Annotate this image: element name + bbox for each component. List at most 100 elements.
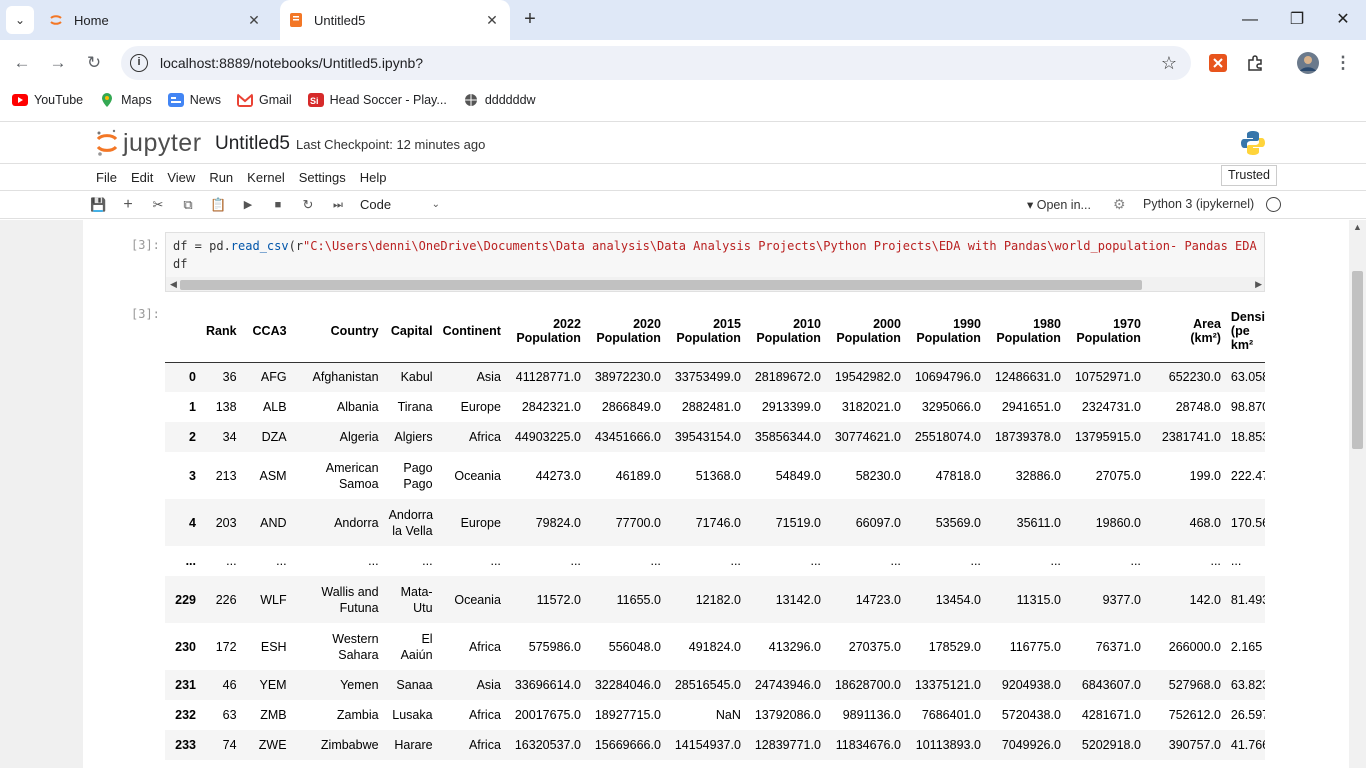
table-cell: ZWE — [258, 738, 287, 752]
menu-file[interactable]: File — [89, 170, 124, 185]
kernel-name[interactable]: Python 3 (ipykernel) — [1143, 197, 1254, 211]
input-prompt: [3]: — [131, 238, 160, 252]
trusted-indicator[interactable]: Trusted — [1221, 165, 1277, 186]
table-row: 231 46 YEM Yemen Sanaa Asia 33696614.0 32284046… — [165, 670, 1265, 700]
address-bar[interactable]: i localhost:8889/notebooks/Untitled5.ipy… — [121, 46, 1191, 80]
tab-home[interactable]: Home ✕ — [40, 0, 272, 40]
menu-view[interactable]: View — [160, 170, 202, 185]
page-vertical-scrollbar[interactable]: ▲ — [1349, 220, 1366, 768]
close-tab-icon[interactable]: ✕ — [244, 12, 264, 29]
stop-icon[interactable]: ■ — [270, 197, 286, 213]
table-cell: 74 — [222, 738, 237, 752]
column-header: Densit(pekm² — [1225, 300, 1265, 363]
fast-forward-icon[interactable]: ⏭ — [330, 197, 346, 213]
bookmark-news[interactable]: News — [167, 93, 221, 107]
scrollbar-thumb[interactable] — [180, 280, 1142, 290]
table-cell: 2324731.0 — [1081, 400, 1141, 414]
extension-orange-icon[interactable] — [1209, 54, 1227, 72]
table-cell: 44273.0 — [535, 468, 581, 483]
table-cell: 18.853 — [1230, 430, 1265, 444]
bookmark-head-soccer[interactable]: Si Head Soccer - Play... — [307, 93, 447, 107]
code-line-2: df — [173, 257, 188, 271]
close-window-icon[interactable]: ✕ — [1331, 8, 1355, 32]
scrollbar-thumb[interactable] — [1352, 271, 1363, 449]
row-index: 1 — [189, 400, 196, 414]
table-cell: YEM — [259, 678, 287, 692]
tab-title: Untitled5 — [314, 12, 366, 28]
extensions-puzzle-icon[interactable] — [1246, 54, 1264, 72]
site-info-icon[interactable]: i — [130, 54, 148, 72]
table-cell: ALB — [262, 400, 287, 414]
table-cell: Zambia — [336, 708, 379, 722]
table-cell: ... — [368, 554, 379, 568]
reload-icon[interactable]: ↻ — [82, 51, 106, 75]
table-cell: ... — [970, 554, 981, 568]
forward-icon[interactable]: → — [46, 51, 70, 75]
table-cell: 43451666.0 — [594, 430, 661, 444]
code-cell-input[interactable]: df = pd.read_csv(r"C:\Users\denni\OneDri… — [165, 232, 1265, 292]
table-cell: 63 — [222, 708, 237, 722]
profile-avatar[interactable] — [1297, 52, 1319, 74]
menu-settings[interactable]: Settings — [292, 170, 353, 185]
table-cell: 9891136.0 — [842, 708, 901, 722]
minimize-icon[interactable]: — — [1238, 8, 1262, 32]
code-horizontal-scrollbar[interactable]: ◀ ▶ — [166, 277, 1264, 291]
table-cell: 2381741.0 — [1161, 430, 1221, 444]
scroll-left-icon[interactable]: ◀ — [170, 277, 177, 291]
save-icon[interactable]: 💾 — [90, 197, 106, 213]
table-cell: ESH — [260, 639, 287, 654]
add-cell-icon[interactable]: + — [120, 197, 136, 213]
table-cell: AND — [260, 515, 287, 530]
table-cell: 32284046.0 — [594, 678, 661, 692]
table-cell: 178529.0 — [928, 639, 981, 654]
menu-kernel[interactable]: Kernel — [240, 170, 292, 185]
back-icon[interactable]: ← — [10, 51, 34, 75]
browser-tab-bar: ⌄ Home ✕ Untitled5 ✕ + — ❐ ✕ — [0, 0, 1366, 40]
cut-icon[interactable]: ✂ — [150, 197, 166, 213]
notebook-toolbar: 💾 + ✂ ⧉ 📋 ▶ ■ ↻ ⏭ Code ⌄ ▾ Open in... ⚙ … — [0, 191, 1366, 219]
table-cell: ... — [1210, 554, 1221, 568]
close-tab-icon[interactable]: ✕ — [482, 12, 502, 29]
run-icon[interactable]: ▶ — [240, 197, 256, 213]
tab-untitled5[interactable]: Untitled5 ✕ — [280, 0, 510, 40]
restore-icon[interactable]: ❐ — [1285, 8, 1309, 32]
bookmark-maps[interactable]: Maps — [99, 93, 152, 107]
copy-icon[interactable]: ⧉ — [180, 197, 196, 213]
table-row: 229 226 WLF Wallis and Futuna Mata-Utu Oceani… — [165, 576, 1265, 623]
new-tab-icon[interactable]: + — [518, 8, 542, 32]
gmail-icon — [236, 93, 253, 107]
table-cell: ... — [730, 554, 741, 568]
jupyter-logo[interactable]: jupyter — [95, 128, 202, 158]
table-cell: 46189.0 — [615, 468, 661, 483]
menu-run[interactable]: Run — [202, 170, 240, 185]
table-cell: Africa — [468, 430, 501, 444]
table-cell: 2941651.0 — [1001, 400, 1061, 414]
tab-search-icon[interactable]: ⌄ — [6, 6, 34, 34]
cell-type-value: Code — [360, 197, 392, 212]
row-index: 229 — [175, 592, 196, 607]
dataframe-table: Rank CCA3 Country Capital Continent 2022 Popul… — [165, 300, 1265, 760]
notebook-title[interactable]: Untitled5 — [215, 133, 290, 155]
open-in-dropdown[interactable]: ▾ Open in... — [1027, 197, 1091, 212]
bookmark-gmail[interactable]: Gmail — [236, 93, 292, 107]
table-cell: 10113893.0 — [915, 738, 981, 752]
table-cell: 2866849.0 — [601, 400, 661, 414]
url-text[interactable]: localhost:8889/notebooks/Untitled5.ipynb… — [160, 55, 423, 71]
menu-help[interactable]: Help — [353, 170, 394, 185]
bookmark-ddddddw[interactable]: ddddddw — [463, 93, 536, 107]
jupyter-wordmark: jupyter — [123, 128, 202, 157]
column-header: Area (km²) — [1145, 300, 1226, 363]
cell-type-select[interactable]: Code ⌄ — [360, 195, 444, 215]
jupyter-header: jupyter Untitled5 Last Checkpoint: 12 mi… — [0, 121, 1366, 163]
bookmark-star-icon[interactable]: ☆ — [1161, 53, 1177, 74]
table-cell: 7686401.0 — [921, 708, 981, 722]
scroll-right-icon[interactable]: ▶ — [1255, 277, 1262, 291]
restart-icon[interactable]: ↻ — [300, 197, 316, 213]
browser-menu-icon[interactable]: ⋮ — [1331, 51, 1355, 75]
paste-icon[interactable]: 📋 — [210, 197, 226, 213]
scroll-up-icon[interactable]: ▲ — [1353, 222, 1362, 232]
table-cell: ... — [490, 554, 501, 568]
bookmark-youtube[interactable]: YouTube — [12, 93, 83, 107]
menu-edit[interactable]: Edit — [124, 170, 160, 185]
table-cell: Oceania — [454, 468, 501, 483]
